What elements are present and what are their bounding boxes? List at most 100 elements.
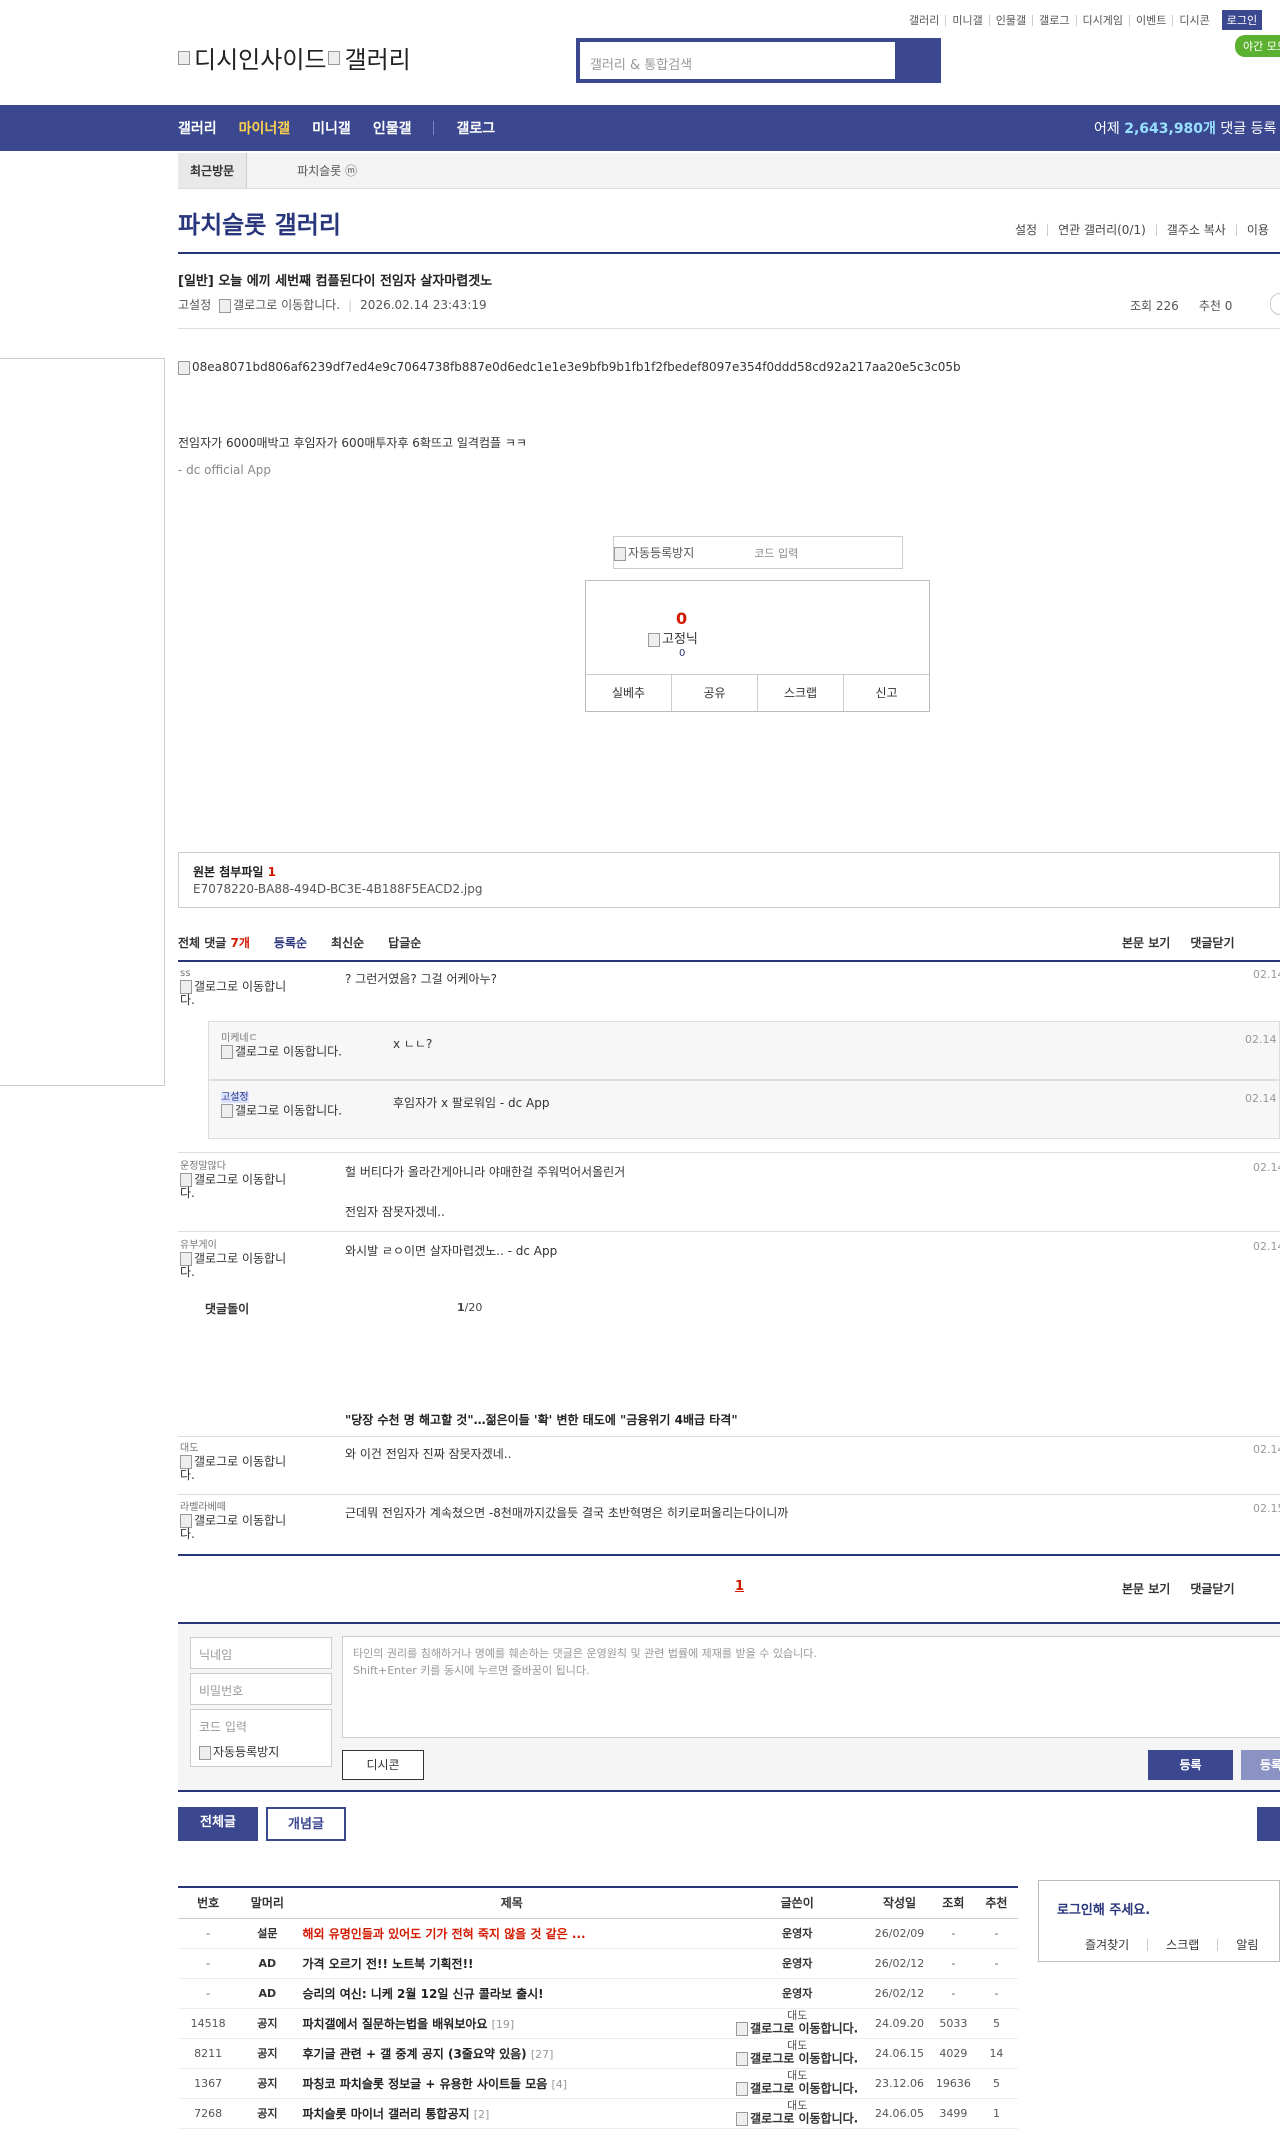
row-writer[interactable]: 대도 갤로그로 이동합니다. — [727, 2038, 868, 2069]
topnav-dccon[interactable]: 디시콘 — [1172, 14, 1215, 26]
sort-registered[interactable]: 등록순 — [274, 934, 307, 951]
fixed-nick-vote[interactable]: 고정닉 — [648, 628, 698, 647]
captcha-box: 자동등록방지 코드 입력 — [613, 536, 903, 569]
table-row[interactable]: 7268 공지 파치슬롯 마이너 갤러리 통합공지 [2] 대도 갤로그로 이동합… — [178, 2098, 1018, 2129]
table-row[interactable]: - 설문 해외 유명인들과 있어도 기가 전혀 죽지 않을 것 같은 ... 운… — [178, 1918, 1018, 1949]
search-box: 갤러리 & 통합검색 — [576, 38, 941, 83]
table-row[interactable]: 14518 공지 파치갤에서 질문하는법을 배워보아요 [19] 대도 갤로그로 … — [178, 2008, 1018, 2039]
nav-minor-gallery[interactable]: 마이너갤 — [239, 118, 291, 138]
reply-count[interactable]: [2] — [474, 2108, 490, 2121]
related-gallery-link[interactable]: 연관 갤러리(0/1) — [1047, 224, 1156, 236]
row-writer[interactable]: 운영자 — [727, 1978, 868, 2009]
row-title[interactable]: 가격 오르기 전!! 노트북 기획전!! — [296, 1948, 728, 1979]
news-headline[interactable]: "당장 수천 명 해고할 것"…젊은이들 '확' 변한 태도에 "금융위기 4배… — [345, 1411, 738, 1428]
scrap-button[interactable]: 스크랩 — [757, 675, 843, 711]
site-logo[interactable]: 디시인사이드 갤러리 — [178, 40, 411, 75]
row-writer[interactable]: 운영자 — [727, 1918, 868, 1949]
row-number: 1367 — [178, 2068, 239, 2099]
comment-textarea[interactable]: 타인의 권리를 침해하거나 명예를 훼손하는 댓글은 운영원칙 및 관련 법률에… — [342, 1636, 1280, 1738]
attachment-file-link[interactable]: E7078220-BA88-494D-BC3E-4B188F5EACD2.jpg — [193, 882, 483, 896]
row-writer[interactable]: 대도 갤로그로 이동합니다. — [727, 2008, 868, 2039]
topnav-dcgame[interactable]: 디시게임 — [1075, 14, 1129, 26]
post-image[interactable]: 08ea8071bd806af6239df7ed4e9c7064738fb887… — [178, 360, 961, 375]
reply-count[interactable]: [19] — [492, 2018, 515, 2031]
comment-nick[interactable]: ss 갤로그로 이동합니다. — [180, 968, 300, 1006]
report-button[interactable]: 신고 — [843, 675, 929, 711]
row-writer[interactable]: 운영자 — [727, 1948, 868, 1979]
write-post-button[interactable] — [1257, 1807, 1280, 1841]
nav-gallery[interactable]: 갤러리 — [178, 118, 217, 138]
submit-recommend-button[interactable]: 등록 — [1241, 1750, 1280, 1780]
table-row[interactable]: - AD 가격 오르기 전!! 노트북 기획전!! 운영자 26/02/12 -… — [178, 1948, 1018, 1979]
topnav-gallog[interactable]: 갤로그 — [1032, 14, 1075, 26]
usage-link[interactable]: 이용 — [1235, 224, 1279, 236]
dccon-button[interactable]: 디시콘 — [342, 1750, 424, 1780]
comment-date: 02.14 — [1253, 968, 1280, 981]
row-writer[interactable]: 대도 갤로그로 이동합니다. — [727, 2068, 868, 2099]
reply-nick[interactable]: 고설정 갤로그로 이동합니다. — [221, 1092, 342, 1118]
table-row[interactable]: 1367 공지 파칭코 파치슬롯 정보글 + 유용한 사이트들 모음 [4] 대… — [178, 2068, 1018, 2099]
reply-count[interactable]: [27] — [531, 2048, 554, 2061]
favorites-link[interactable]: 즐겨찾기 — [1039, 1939, 1147, 1951]
row-recommend: - — [974, 1948, 1018, 1979]
view-post-button[interactable]: 본문 보기 — [1122, 1580, 1170, 1597]
recent-visit-item[interactable]: 파치슬롯 ⓜ — [297, 162, 357, 179]
row-title[interactable]: 파치슬롯 마이너 갤러리 통합공지 [2] — [296, 2098, 728, 2129]
comment-page-1[interactable]: 1 — [735, 1579, 744, 1594]
night-mode-toggle[interactable]: 야간 모드 — [1235, 35, 1280, 57]
code-input[interactable]: 코드 입력 자동등록방지 — [190, 1709, 332, 1767]
captcha-input[interactable]: 코드 입력 — [754, 545, 798, 561]
nav-person-gallery[interactable]: 인물갤 — [373, 118, 412, 138]
close-comments-button[interactable]: 댓글닫기 — [1190, 1580, 1234, 1597]
topnav-gallery[interactable]: 갤러리 — [903, 15, 945, 26]
comment-nick[interactable]: 유부게이 갤로그로 이동합니다. — [180, 1240, 300, 1278]
row-recommend: 14 — [974, 2038, 1018, 2069]
nav-gallog[interactable]: 갤로그 — [456, 118, 495, 138]
row-title[interactable]: 해외 유명인들과 있어도 기가 전혀 죽지 않을 것 같은 ... — [296, 1918, 728, 1949]
login-prompt[interactable]: 로그인해 주세요. — [1057, 1899, 1150, 1918]
nav-mini-gallery[interactable]: 미니갤 — [312, 118, 351, 138]
close-comments-button[interactable]: 댓글닫기 — [1190, 934, 1234, 951]
alarm-link[interactable]: 알림 — [1217, 1939, 1276, 1951]
row-title[interactable]: 파치갤에서 질문하는법을 배워보아요 [19] — [296, 2008, 728, 2039]
circle-button[interactable] — [1270, 293, 1280, 315]
comment-nick[interactable]: 운정말많다 갤로그로 이동합니다. — [180, 1161, 300, 1199]
post-list-table: 번호 말머리 제목 글쓴이 작성일 조회 추천 - 설문 해외 유명인들과 있어… — [178, 1886, 1018, 2129]
view-post-button[interactable]: 본문 보기 — [1122, 934, 1170, 951]
topnav-event[interactable]: 이벤트 — [1128, 14, 1172, 26]
reply-nick[interactable]: 미케네ㄷ 갤로그로 이동합니다. — [221, 1033, 342, 1059]
gallery-title[interactable]: 파치슬롯 갤러리 — [178, 205, 341, 240]
row-recommend: 1 — [974, 2098, 1018, 2129]
table-row[interactable]: 8211 공지 후기글 관련 + 갤 중계 공지 (3줄요약 있음) [27] … — [178, 2038, 1018, 2069]
comment-nick[interactable]: 라벨라베떼 갤로그로 이동합니다. — [180, 1502, 300, 1540]
gallog-link[interactable]: 갤로그로 이동합니다. — [219, 296, 340, 313]
main-nav: 갤러리 마이너갤 미니갤 인물갤 갤로그 어제 2,643,980개 댓글 등록 — [0, 105, 1280, 151]
reply-count[interactable]: [4] — [552, 2078, 568, 2091]
login-button[interactable]: 로그인 — [1221, 10, 1263, 30]
search-input[interactable]: 갤러리 & 통합검색 — [580, 42, 895, 79]
row-title[interactable]: 승리의 여신: 니케 2월 12일 신규 콜라보 출시! — [296, 1978, 728, 2009]
comment-nick[interactable]: 대도 갤로그로 이동합니다. — [180, 1443, 300, 1481]
topnav-minigall[interactable]: 미니갤 — [945, 14, 988, 26]
best-recommend-button[interactable]: 실베추 — [586, 675, 671, 711]
nickname-input[interactable]: 닉네임 — [190, 1637, 332, 1669]
row-date: 24.09.20 — [867, 2008, 932, 2039]
scrap-link[interactable]: 스크랩 — [1147, 1939, 1217, 1951]
password-input[interactable]: 비밀번호 — [190, 1673, 332, 1705]
settings-link[interactable]: 설정 — [1005, 224, 1047, 236]
row-title[interactable]: 후기글 관련 + 갤 중계 공지 (3줄요약 있음) [27] — [296, 2038, 728, 2069]
topnav-persongall[interactable]: 인물갤 — [988, 14, 1032, 26]
tab-all-posts[interactable]: 전체글 — [178, 1807, 258, 1841]
search-button[interactable] — [895, 42, 937, 79]
sort-latest[interactable]: 최신순 — [331, 934, 364, 951]
post-stats: 조회 226 추천 0 — [1130, 297, 1232, 314]
table-row[interactable]: - AD 승리의 여신: 니케 2월 12일 신규 콜라보 출시! 운영자 26… — [178, 1978, 1018, 2009]
sort-replies[interactable]: 답글순 — [388, 934, 421, 951]
copy-address-link[interactable]: 갤주소 복사 — [1155, 224, 1236, 236]
share-button[interactable]: 공유 — [671, 675, 757, 711]
tab-concept-posts[interactable]: 개념글 — [266, 1807, 346, 1841]
row-writer[interactable]: 대도 갤로그로 이동합니다. — [727, 2098, 868, 2129]
row-title[interactable]: 파칭코 파치슬롯 정보글 + 유용한 사이트들 모음 [4] — [296, 2068, 728, 2099]
post-author[interactable]: 고설정 — [178, 296, 211, 313]
submit-button[interactable]: 등록 — [1148, 1750, 1233, 1780]
